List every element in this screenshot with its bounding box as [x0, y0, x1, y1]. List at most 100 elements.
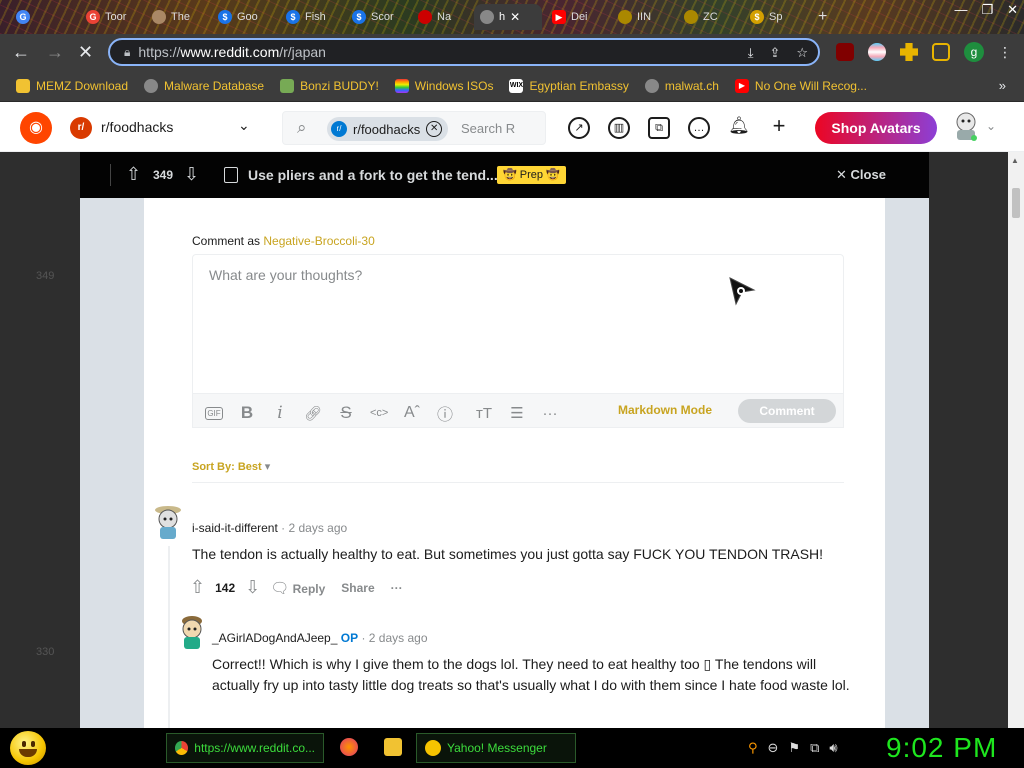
tab-active[interactable]: h ✕ [474, 4, 542, 30]
tab-9[interactable]: ▶ Dei [546, 4, 594, 30]
tab-5[interactable]: $ Fish [280, 4, 332, 30]
lock-icon[interactable]: 🔒︎ [124, 45, 130, 60]
bold-icon[interactable]: B [238, 403, 256, 423]
coins-icon[interactable]: ⧉ [648, 117, 670, 139]
close-window-icon[interactable]: ✕ [1007, 2, 1018, 18]
flag-icon[interactable]: ⚑ [788, 740, 800, 756]
share-icon[interactable]: ⇪ [769, 45, 780, 61]
search-scope-chip[interactable]: r/ r/foodhacks ✕ [327, 117, 449, 141]
comment-textarea[interactable]: What are your thoughts? [192, 254, 844, 394]
chevron-down-icon[interactable]: ⌄ [986, 119, 996, 133]
heading-icon[interactable]: ᴛT [475, 405, 493, 422]
strikethrough-icon[interactable]: S [337, 403, 355, 423]
bookmark-bonzi[interactable]: Bonzi BUDDY! [280, 78, 379, 93]
search-icon[interactable]: ⚲ [748, 740, 758, 756]
post-title[interactable]: Use pliers and a fork to get the tend... [248, 167, 498, 183]
profile-avatar[interactable]: g [964, 42, 984, 62]
chat-icon[interactable]: … [688, 117, 710, 139]
all-icon[interactable]: ▥ [608, 117, 630, 139]
spoiler-icon[interactable]: ⓘ [436, 401, 454, 425]
gif-icon[interactable]: GIF [205, 406, 223, 420]
extensions-puzzle-icon[interactable] [900, 43, 918, 61]
italic-icon[interactable]: i [271, 403, 289, 423]
reply-button[interactable]: 🗨︎ Reply [270, 579, 325, 597]
bookmark-malware-db[interactable]: Malware Database [144, 78, 264, 93]
minimize-circle-icon[interactable]: ⊖ [768, 740, 779, 756]
forward-icon[interactable]: → [46, 42, 64, 62]
avatar[interactable] [176, 614, 208, 650]
comment-author[interactable]: i-said-it-different [192, 521, 278, 535]
chevron-down-icon[interactable]: ⌄ [238, 117, 250, 134]
bookmark-malwatch[interactable]: malwat.ch [644, 78, 719, 93]
bookmark-egyptian-embassy[interactable]: WIX Egyptian Embassy [509, 78, 629, 93]
upvote-icon[interactable]: ⇧ [126, 164, 141, 185]
scroll-up-icon[interactable]: ▲ [1011, 156, 1019, 165]
share-button[interactable]: Share [341, 581, 374, 595]
inline-code-icon[interactable]: <c> [370, 407, 388, 419]
minimize-icon[interactable]: — [954, 2, 967, 18]
sort-dropdown[interactable]: Sort By: Best ▾ [192, 460, 270, 473]
tab-1[interactable]: G [10, 4, 41, 30]
search-input[interactable]: Search R [461, 121, 515, 136]
notifications-bell-icon[interactable]: 🔔︎ [728, 117, 750, 139]
tab-6[interactable]: $ Scor [346, 4, 400, 30]
comment-timestamp[interactable]: · 2 days ago [281, 521, 347, 535]
comment-submit-button[interactable]: Comment [738, 399, 836, 423]
shop-avatars-button[interactable]: Shop Avatars [815, 112, 937, 144]
bookmark-star-icon[interactable]: ☆ [796, 45, 808, 61]
avatar[interactable] [152, 504, 184, 540]
volume-icon[interactable]: 🔊︎ [829, 740, 837, 756]
close-tab-icon[interactable]: ✕ [510, 10, 520, 24]
menu-kebab-icon[interactable]: ⋮ [998, 44, 1012, 61]
tab-11[interactable]: ZC [678, 4, 724, 30]
scrollbar[interactable]: ▲ [1008, 152, 1024, 728]
url-text[interactable]: https://www.reddit.com/r/japan [138, 44, 326, 60]
more-options-icon[interactable]: ··· [541, 405, 559, 422]
tab-3[interactable]: The [146, 4, 196, 30]
reddit-logo-icon[interactable]: ◉ [20, 112, 52, 144]
link-icon[interactable]: 🔗︎ [304, 405, 322, 422]
ublock-icon[interactable] [836, 43, 854, 61]
firefox-icon[interactable] [340, 738, 358, 756]
downvote-icon[interactable]: ⇩ [245, 577, 260, 598]
tab-2[interactable]: G Toor [80, 4, 132, 30]
address-bar[interactable]: 🔒︎ https://www.reddit.com/r/japan ⤓ ⇪ ☆ [108, 38, 820, 66]
comment-timestamp[interactable]: · 2 days ago [361, 631, 427, 645]
comment-username[interactable]: Negative-Broccoli-30 [263, 234, 374, 248]
sidepanel-icon[interactable] [932, 43, 950, 61]
bookmarks-overflow-button[interactable]: » [999, 78, 1006, 93]
user-avatar[interactable] [952, 110, 980, 142]
scrollbar-thumb[interactable] [1012, 188, 1020, 218]
tab-4[interactable]: $ Goo [212, 4, 264, 30]
start-button-smiley-icon[interactable] [10, 731, 46, 765]
bulleted-list-icon[interactable]: ☰ [508, 404, 526, 422]
close-button[interactable]: ✕ Close [836, 167, 886, 183]
create-post-plus-icon[interactable]: + [768, 115, 790, 139]
install-icon[interactable]: ⤓ [748, 45, 754, 61]
folder-icon[interactable] [384, 738, 402, 756]
tab-10[interactable]: IIN [612, 4, 657, 30]
back-icon[interactable]: ← [12, 42, 30, 62]
clock[interactable]: 9:02 PM [886, 732, 997, 764]
tab-7[interactable]: Na [412, 4, 457, 30]
markdown-mode-toggle[interactable]: Markdown Mode [618, 403, 712, 417]
bookmark-youtube[interactable]: ▶ No One Will Recog... [734, 78, 867, 93]
tab-12[interactable]: $ Sp [744, 4, 788, 30]
superscript-icon[interactable]: Aˆ [403, 404, 421, 422]
taskbar-yahoo-messenger[interactable]: Yahoo! Messenger [416, 733, 576, 763]
new-tab-button[interactable]: + [812, 4, 833, 30]
thread-line[interactable] [168, 546, 170, 728]
trans-flag-icon[interactable] [868, 43, 886, 61]
bookmark-memz[interactable]: MEMZ Download [16, 78, 128, 93]
maximize-icon[interactable]: ❐ [981, 2, 993, 18]
stop-loading-icon[interactable]: ✕ [78, 42, 93, 62]
bookmark-windows-isos[interactable]: Windows ISOs [394, 78, 493, 93]
search-bar[interactable]: ⌕ r/ r/foodhacks ✕ Search R [282, 111, 546, 145]
comment-author[interactable]: _AGirlADogAndAJeep_ [212, 631, 337, 645]
upvote-icon[interactable]: ⇧ [190, 577, 205, 598]
downvote-icon[interactable]: ⇩ [184, 164, 199, 185]
more-options-icon[interactable]: ··· [391, 581, 403, 595]
popular-icon[interactable]: ↗ [568, 117, 590, 139]
network-icon[interactable]: ⧉ [810, 740, 819, 756]
subreddit-name[interactable]: r/foodhacks [101, 119, 173, 135]
